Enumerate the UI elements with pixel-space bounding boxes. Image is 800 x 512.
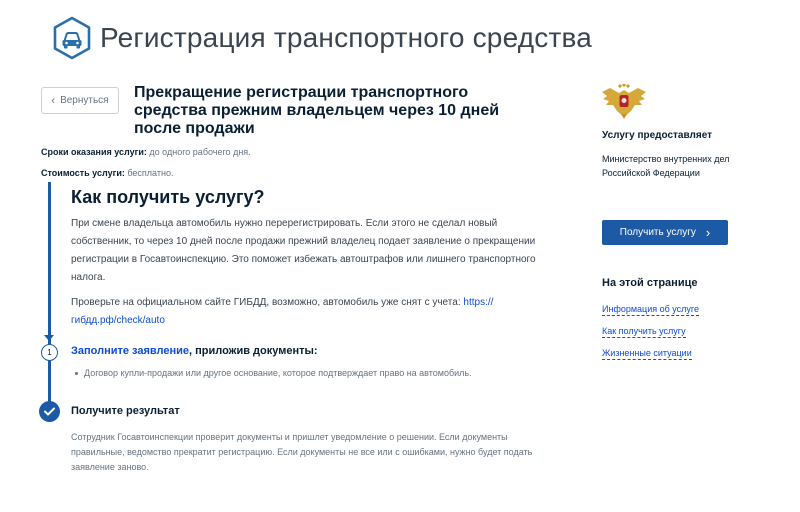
page-title: Регистрация транспортного средства	[100, 22, 593, 53]
on-page-link-life-situations[interactable]: Жизненные ситуации	[602, 348, 692, 360]
timeline-arrow-icon	[44, 335, 54, 341]
chevron-right-icon: ›	[705, 224, 711, 240]
check-text: Проверьте на официальном сайте ГИБДД, во…	[71, 297, 461, 308]
eagle-emblem-icon	[602, 84, 646, 119]
result-text: Сотрудник Госавтоинспекции проверит доку…	[71, 432, 533, 472]
chevron-left-icon: ‹	[51, 94, 56, 107]
how-to-heading: Как получить услугу?	[71, 187, 265, 207]
back-button-label: Вернуться	[60, 95, 109, 106]
cost-label: Стоимость услуги:	[41, 168, 125, 178]
on-page-heading: На этой странице	[602, 277, 698, 289]
result-heading: Получите результат	[71, 405, 180, 417]
timeline-line	[48, 182, 51, 410]
term-value: до одного рабочего дня.	[149, 147, 251, 157]
step1-heading: Заполните заявление, приложив документы:	[71, 345, 318, 357]
get-service-label: Получить услугу	[619, 227, 696, 238]
provider-label: Услугу предоставляет	[602, 130, 713, 141]
on-page-link-info[interactable]: Информация об услуге	[602, 304, 700, 316]
service-cost: Стоимость услуги: бесплатно.	[41, 168, 173, 178]
car-icon	[53, 16, 91, 60]
how-to-intro: При смене владельца автомобиль нужно пер…	[71, 218, 536, 283]
step1-heading-rest: , приложив документы:	[189, 345, 318, 357]
provider-name: Министерство внутренних дел Российской Ф…	[602, 154, 730, 178]
page-header: Регистрация транспортного средства	[52, 14, 592, 62]
check-icon	[39, 401, 60, 422]
service-title: Прекращение регистрации транспортного ср…	[134, 84, 500, 137]
list-item-text: Договор купли-продажи или другое основан…	[84, 368, 472, 378]
step-number-badge: 1	[41, 344, 58, 361]
get-service-button[interactable]: Получить услугу ›	[602, 220, 728, 245]
bullet-icon	[75, 371, 78, 375]
service-term: Сроки оказания услуги: до одного рабочег…	[41, 147, 251, 157]
list-item: Договор купли-продажи или другое основан…	[71, 368, 472, 378]
cost-value: бесплатно.	[127, 168, 174, 178]
on-page-link-how-to[interactable]: Как получить услугу	[602, 326, 686, 338]
check-paragraph: Проверьте на официальном сайте ГИБДД, во…	[71, 294, 541, 330]
term-label: Сроки оказания услуги:	[41, 147, 147, 157]
back-button[interactable]: ‹ Вернуться	[41, 87, 119, 114]
fill-application-link[interactable]: Заполните заявление	[71, 345, 189, 357]
